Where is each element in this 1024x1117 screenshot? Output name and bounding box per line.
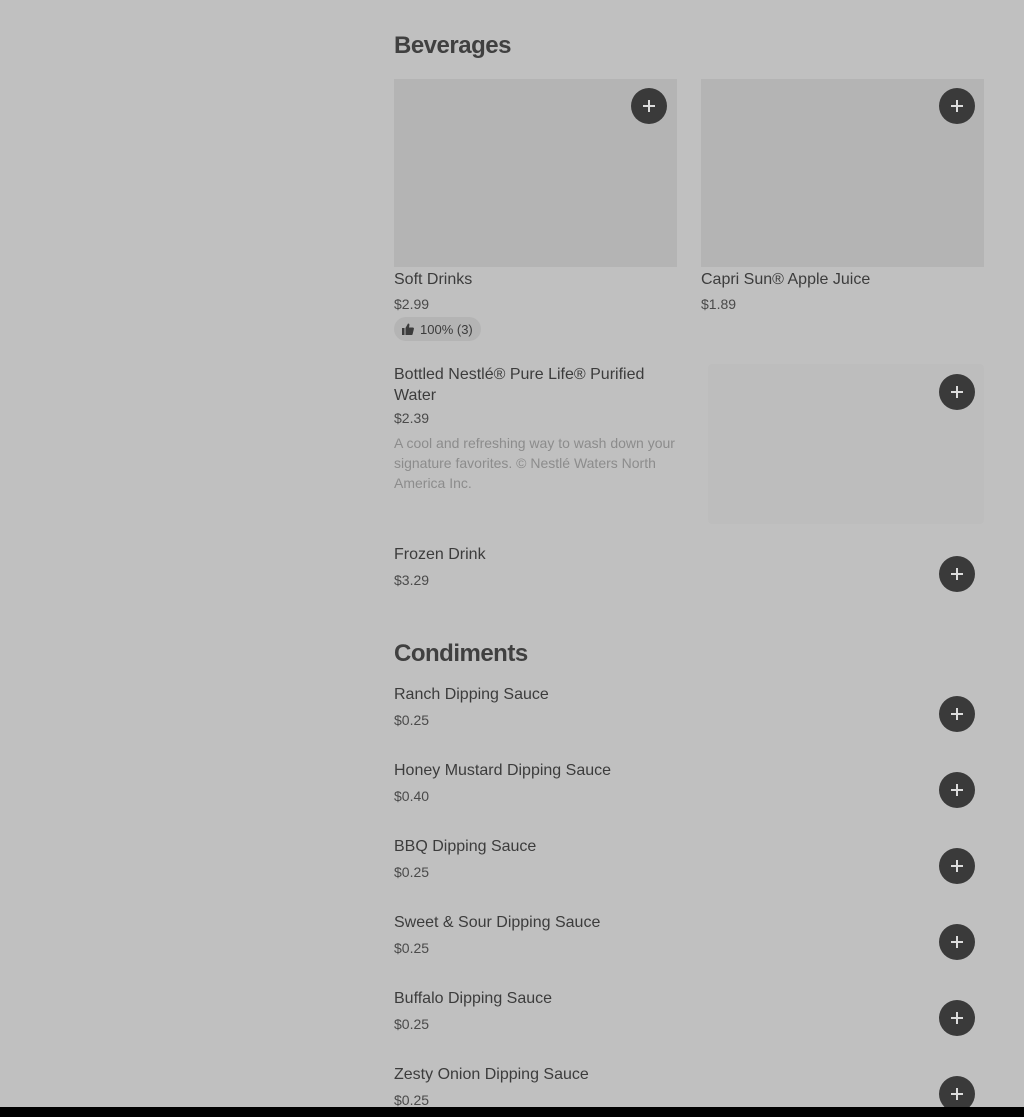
rating-text: 100% (3): [420, 321, 473, 337]
section-title-condiments: Condiments: [394, 640, 528, 667]
bottom-edge-bar: [0, 1107, 1024, 1117]
plus-icon: [643, 100, 655, 112]
add-button[interactable]: [631, 88, 667, 124]
item-price: $2.99: [394, 296, 430, 312]
item-price: $0.25: [394, 1016, 430, 1032]
item-name: Zesty Onion Dipping Sauce: [394, 1066, 589, 1083]
item-name: BBQ Dipping Sauce: [394, 838, 537, 855]
item-name: Frozen Drink: [394, 546, 486, 563]
add-button[interactable]: [939, 556, 975, 592]
menu-card-soft-drinks[interactable]: Soft Drinks $2.99 100% (3): [394, 79, 677, 341]
plus-icon: [951, 936, 963, 948]
menu-item-water[interactable]: Bottled Nestlé® Pure Life® Purified Wate…: [394, 364, 984, 524]
item-price: $0.25: [394, 864, 430, 880]
item-name: Capri Sun® Apple Juice: [701, 271, 871, 288]
item-name: Bottled Nestlé® Pure Life® Purified Wate…: [394, 366, 645, 404]
plus-icon: [951, 860, 963, 872]
plus-icon: [951, 708, 963, 720]
item-price: $0.25: [394, 712, 430, 728]
plus-icon: [951, 568, 963, 580]
item-price: $0.40: [394, 788, 430, 804]
section-title-beverages: Beverages: [394, 32, 511, 59]
item-price: $0.25: [394, 1092, 430, 1108]
item-name: Sweet & Sour Dipping Sauce: [394, 914, 601, 931]
add-button[interactable]: [939, 374, 975, 410]
item-price: $0.25: [394, 940, 430, 956]
item-name: Buffalo Dipping Sauce: [394, 990, 553, 1007]
plus-icon: [951, 386, 963, 398]
menu-card-capri-sun[interactable]: Capri Sun® Apple Juice $1.89: [701, 79, 984, 312]
thumbs-up-icon: [402, 323, 414, 335]
add-button[interactable]: [939, 848, 975, 884]
item-price: $2.39: [394, 410, 430, 426]
item-description: A cool and refreshing way to wash down y…: [394, 435, 675, 491]
plus-icon: [951, 100, 963, 112]
rating-badge: 100% (3): [394, 317, 481, 341]
item-image: [394, 79, 677, 267]
item-price: $3.29: [394, 572, 430, 588]
item-price: $1.89: [701, 296, 737, 312]
add-button[interactable]: [939, 88, 975, 124]
plus-icon: [951, 1012, 963, 1024]
item-name: Soft Drinks: [394, 271, 473, 288]
add-button[interactable]: [939, 696, 975, 732]
plus-icon: [951, 784, 963, 796]
add-button[interactable]: [939, 1000, 975, 1036]
add-button[interactable]: [939, 772, 975, 808]
item-name: Honey Mustard Dipping Sauce: [394, 762, 612, 779]
item-name: Ranch Dipping Sauce: [394, 686, 549, 703]
plus-icon: [951, 1088, 963, 1100]
item-image: [701, 79, 984, 267]
add-button[interactable]: [939, 924, 975, 960]
